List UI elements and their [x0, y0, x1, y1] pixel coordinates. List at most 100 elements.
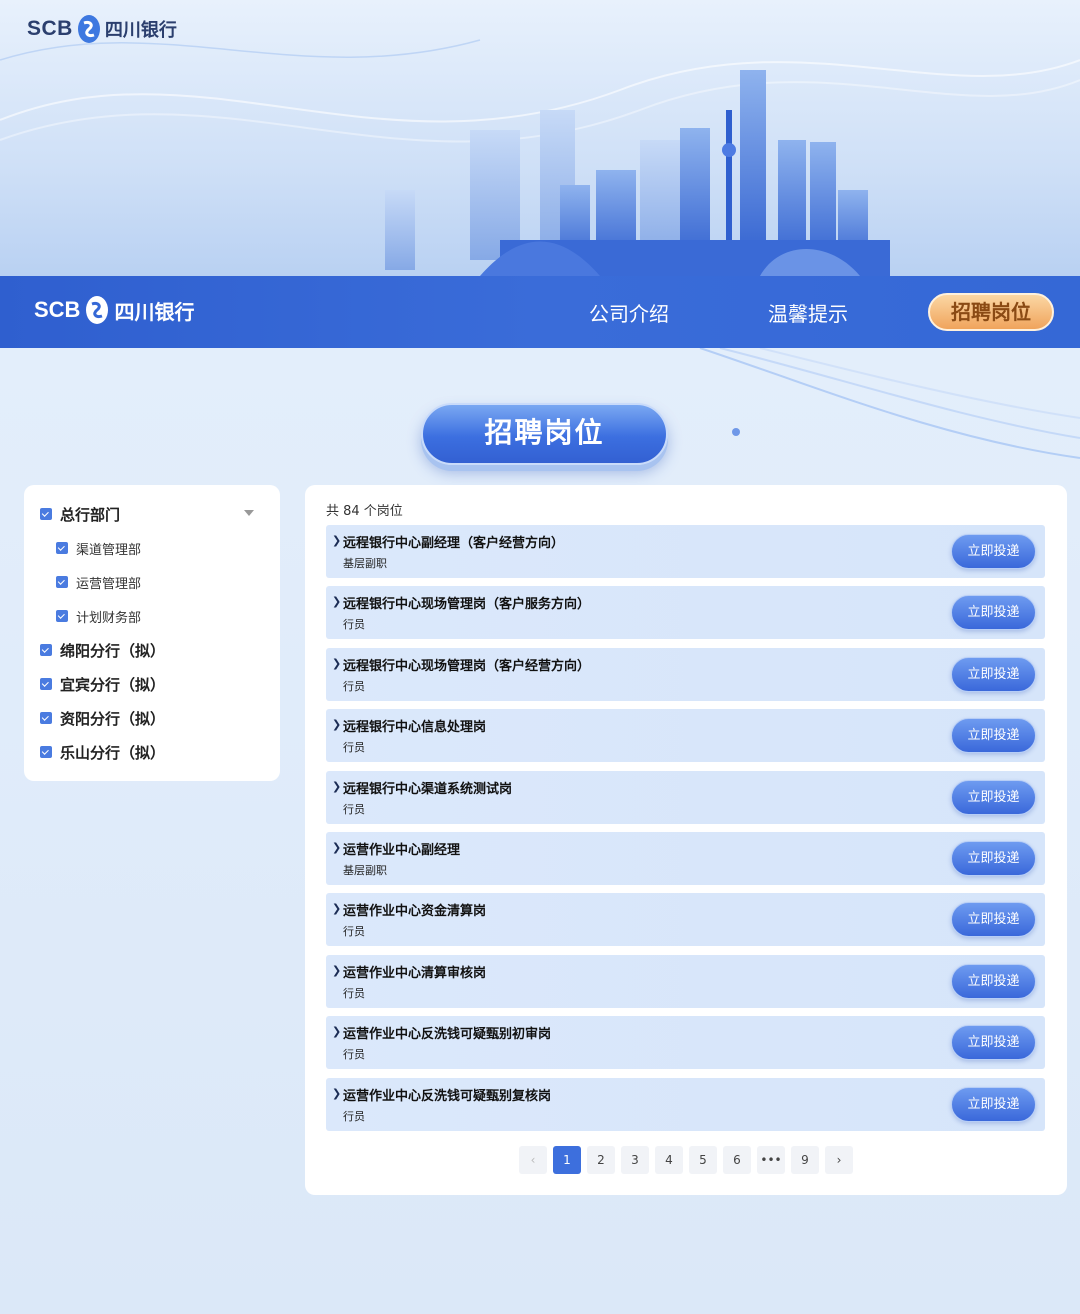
checkbox-icon[interactable] — [56, 576, 68, 588]
next-page-button[interactable]: › — [825, 1146, 853, 1174]
apply-button[interactable]: 立即投递 — [951, 534, 1036, 569]
page-button[interactable]: 6 — [723, 1146, 751, 1174]
job-row[interactable]: ❯ 运营作业中心反洗钱可疑甄别初审岗 行员 立即投递 — [326, 1016, 1045, 1070]
apply-button[interactable]: 立即投递 — [951, 595, 1036, 631]
apply-button[interactable]: 立即投递 — [951, 1086, 1036, 1122]
chevron-right-icon: ❯ — [332, 656, 342, 670]
page-button[interactable]: 9 — [791, 1146, 819, 1174]
checkbox-icon[interactable] — [40, 746, 52, 758]
job-level: 行员 — [343, 618, 365, 632]
nav-logo-cn: 四川银行 — [114, 299, 195, 324]
chevron-down-icon[interactable] — [244, 510, 254, 516]
chevron-right-icon: ❯ — [332, 1025, 342, 1039]
nav-item-jobs[interactable]: 招聘岗位 — [928, 293, 1054, 331]
checkbox-icon[interactable] — [40, 712, 52, 724]
job-title: 远程银行中心渠道系统测试岗 — [343, 781, 513, 797]
filter-label: 计划财务部 — [76, 610, 142, 626]
filter-label: 乐山分行（拟） — [60, 743, 166, 762]
page-button[interactable]: 2 — [587, 1146, 615, 1174]
filter-group-head-office[interactable]: 总行部门 — [24, 497, 280, 531]
filter-group-mianyang[interactable]: 绵阳分行（拟） — [24, 633, 280, 667]
filter-item-channel-mgmt[interactable]: 渠道管理部 — [24, 531, 280, 565]
checkbox-icon[interactable] — [40, 508, 52, 520]
apply-button[interactable]: 立即投递 — [951, 902, 1036, 938]
logo-latin-text: SCB — [27, 17, 73, 40]
filter-label: 绵阳分行（拟） — [60, 641, 166, 660]
job-title: 远程银行中心副经理（客户经营方向） — [343, 536, 565, 551]
apply-button[interactable]: 立即投递 — [951, 963, 1036, 999]
job-row[interactable]: ❯ 运营作业中心反洗钱可疑甄别复核岗 行员 立即投递 — [326, 1077, 1045, 1131]
job-title: 运营作业中心清算审核岗 — [343, 965, 487, 981]
checkbox-icon[interactable] — [56, 542, 68, 554]
nav-item-company-intro[interactable]: 公司介绍 — [589, 298, 669, 327]
filter-label: 渠道管理部 — [76, 542, 142, 558]
job-row[interactable]: ❯ 远程银行中心副经理（客户经营方向） 基层副职 立即投递 — [326, 525, 1045, 578]
filter-group-ziyang[interactable]: 资阳分行（拟） — [24, 701, 280, 735]
chevron-right-icon: ❯ — [332, 779, 342, 793]
job-title: 远程银行中心现场管理岗（客户服务方向） — [343, 597, 591, 613]
job-row[interactable]: ❯ 远程银行中心渠道系统测试岗 行员 立即投递 — [326, 770, 1045, 824]
pagination: ‹ 1 2 3 4 5 6 ••• 9 › — [519, 1146, 853, 1174]
section-title: 招聘岗位 — [421, 403, 668, 465]
job-title: 运营作业中心资金清算岗 — [343, 904, 487, 920]
apply-button[interactable]: 立即投递 — [951, 840, 1036, 876]
prev-page-button[interactable]: ‹ — [519, 1146, 547, 1174]
page-button[interactable]: 4 — [655, 1146, 683, 1174]
job-title: 远程银行中心信息处理岗 — [343, 720, 487, 736]
apply-button[interactable]: 立即投递 — [951, 779, 1036, 815]
chevron-right-icon: ❯ — [332, 1086, 342, 1100]
chevron-right-icon: ❯ — [332, 902, 342, 916]
job-list-panel: 共 84 个岗位 ❯ 远程银行中心副经理（客户经营方向） 基层副职 立即投递 ❯ 远程银行… — [305, 485, 1067, 1195]
filter-label: 运营管理部 — [76, 576, 142, 592]
chevron-right-icon: ❯ — [332, 840, 342, 854]
job-row[interactable]: ❯ 运营作业中心副经理 基层副职 立即投递 — [326, 831, 1045, 885]
job-title: 运营作业中心副经理 — [343, 842, 461, 858]
checkbox-icon[interactable] — [40, 678, 52, 690]
bank-logo-icon — [77, 15, 100, 43]
chevron-right-icon: ❯ — [332, 534, 342, 547]
filter-label: 总行部门 — [60, 505, 121, 524]
job-list: ❯ 远程银行中心副经理（客户经营方向） 基层副职 立即投递 ❯ 远程银行中心现场管理岗（客… — [326, 525, 1045, 1139]
job-level: 行员 — [343, 741, 365, 755]
job-level: 基层副职 — [343, 557, 387, 570]
job-title: 远程银行中心现场管理岗（客户经营方向） — [343, 658, 591, 674]
filter-item-planning-finance[interactable]: 计划财务部 — [24, 599, 280, 633]
job-row[interactable]: ❯ 运营作业中心清算审核岗 行员 立即投递 — [326, 954, 1045, 1008]
chevron-right-icon: ❯ — [332, 595, 342, 609]
job-title: 运营作业中心反洗钱可疑甄别复核岗 — [343, 1088, 552, 1104]
filter-label: 资阳分行（拟） — [60, 709, 166, 728]
apply-button[interactable]: 立即投递 — [951, 1025, 1036, 1061]
filter-group-yibin[interactable]: 宜宾分行（拟） — [24, 667, 280, 701]
job-row[interactable]: ❯ 远程银行中心现场管理岗（客户服务方向） 行员 立即投递 — [326, 586, 1045, 640]
nav-logo-latin: SCB — [34, 297, 81, 322]
job-row[interactable]: ❯ 运营作业中心资金清算岗 行员 立即投递 — [326, 893, 1045, 947]
chevron-right-icon: ❯ — [332, 718, 342, 732]
job-row[interactable]: ❯ 远程银行中心信息处理岗 行员 立即投递 — [326, 709, 1045, 763]
page-button[interactable]: 3 — [621, 1146, 649, 1174]
nav-logo[interactable]: SCB 四川银行 — [34, 295, 194, 325]
checkbox-icon[interactable] — [56, 610, 68, 622]
nav-item-tips[interactable]: 温馨提示 — [768, 298, 848, 327]
job-count: 共 84 个岗位 — [326, 504, 403, 519]
job-level: 行员 — [343, 925, 365, 939]
job-level: 行员 — [343, 986, 365, 1000]
page-button[interactable]: 5 — [689, 1146, 717, 1174]
hero-logo: SCB 四川银行 — [27, 14, 177, 44]
apply-button[interactable]: 立即投递 — [951, 718, 1036, 754]
apply-button[interactable]: 立即投递 — [951, 656, 1036, 692]
chevron-right-icon: ❯ — [332, 963, 342, 977]
bank-logo-icon — [86, 296, 109, 324]
hero-banner: SCB 四川银行 — [0, 0, 1080, 276]
job-level: 行员 — [343, 679, 365, 693]
filter-item-operations-mgmt[interactable]: 运营管理部 — [24, 565, 280, 599]
job-level: 行员 — [343, 1048, 365, 1062]
job-row[interactable]: ❯ 远程银行中心现场管理岗（客户经营方向） 行员 立即投递 — [326, 647, 1045, 701]
filter-label: 宜宾分行（拟） — [60, 675, 166, 694]
top-navigation: SCB 四川银行 公司介绍 温馨提示 招聘岗位 — [0, 276, 1080, 348]
checkbox-icon[interactable] — [40, 644, 52, 656]
filter-group-leshan[interactable]: 乐山分行（拟） — [24, 735, 280, 769]
page-button[interactable]: 1 — [553, 1146, 581, 1174]
job-title: 运营作业中心反洗钱可疑甄别初审岗 — [343, 1027, 552, 1043]
department-filter-sidebar: 总行部门 渠道管理部 运营管理部 计划财务部 绵阳分行（拟） 宜宾分行（拟） 资… — [24, 485, 280, 781]
page-button[interactable]: ••• — [757, 1146, 785, 1174]
